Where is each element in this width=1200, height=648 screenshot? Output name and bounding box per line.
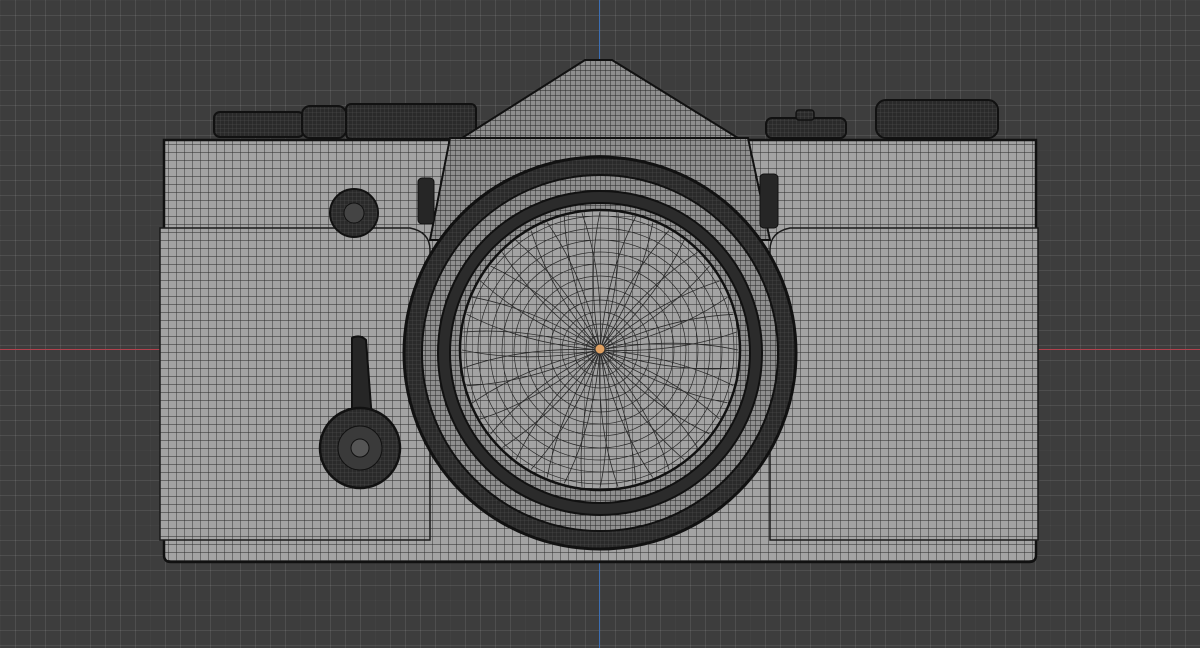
right-strap-lug xyxy=(759,173,779,229)
3d-viewport[interactable] xyxy=(0,0,1200,648)
left-strap-lug xyxy=(417,177,435,225)
top-left-dial xyxy=(213,103,477,140)
object-origin-icon[interactable] xyxy=(594,343,606,355)
self-timer-knob-center xyxy=(343,202,365,224)
camera-wireframe-model[interactable] xyxy=(0,0,1200,648)
prism-housing xyxy=(458,59,742,139)
lever-pivot-cap xyxy=(350,438,370,458)
body-lower-band xyxy=(159,227,431,541)
body-lower-band-right xyxy=(769,227,1039,541)
top-right-dial xyxy=(765,99,999,139)
